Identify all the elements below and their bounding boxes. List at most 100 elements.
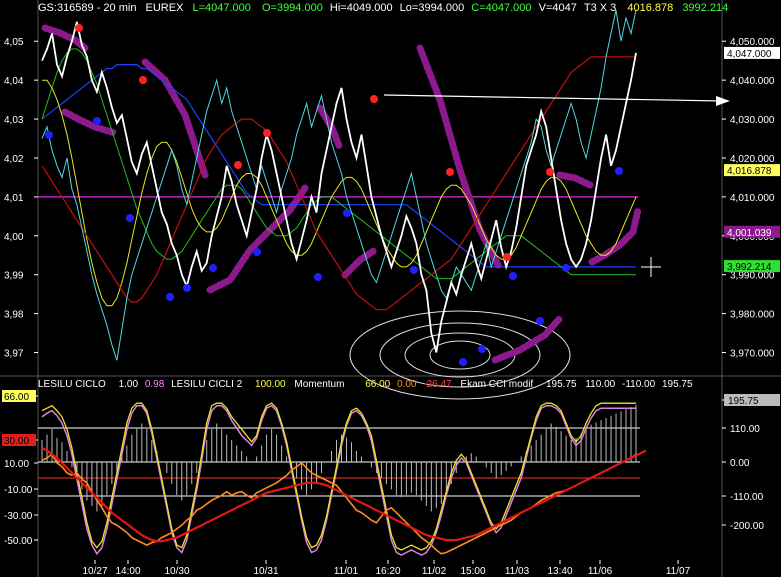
xtick-label: 11/03 [505, 566, 530, 577]
ind-ytick-label: -10.00 [4, 485, 33, 496]
blue-trough-dot [410, 266, 418, 274]
chart-window: { "header": { "symbol": "GS:316589 - 20 … [0, 0, 781, 577]
ind-ytick-label: 10.00 [4, 459, 29, 470]
indicator-header: LESILU CICLO 1.00 0.98 LESILU CICLI 2 10… [38, 379, 693, 390]
price-ytick-label: 4,01 [4, 193, 24, 204]
blue-trough-dot [45, 131, 53, 139]
lesilu-cicli2-val: 100.00 [255, 379, 286, 390]
ind-ytick-label: -30.00 [4, 511, 33, 522]
cci-val2: 110.00 [585, 379, 616, 390]
red-peak-dot [446, 168, 454, 176]
blue-trough-dot [166, 293, 174, 301]
xtick-label: 10/27 [82, 566, 107, 577]
ind-ytick-label: 66.00 [4, 392, 29, 403]
red-peak-dot [263, 129, 271, 137]
price-ytick-label: 4,05 [4, 37, 24, 48]
blue-trough-dot [183, 284, 191, 292]
price-header: GS:316589 - 20 min EUREX L=4047.000 O=39… [38, 2, 728, 14]
red-peak-dot [234, 161, 242, 169]
exchange-label: EUREX [145, 2, 184, 14]
price-ytick-label: 4,02 [4, 154, 24, 165]
high-value: Hi=4049.000 [329, 2, 393, 14]
price-ytick-label: 3,99 [4, 271, 24, 282]
red-peak-dot [75, 24, 83, 32]
price-ytick-label: 3,98 [4, 310, 24, 321]
price-value-box-label: 4,047.000 [727, 49, 772, 60]
price-rtick-label: 4,040.000 [730, 76, 775, 87]
cci-label: Ekam CCI modif [460, 379, 534, 390]
price-value-box-label: 3,992.214 [727, 262, 772, 273]
momentum-label: Momentum [294, 379, 345, 390]
price-ytick-label: 4,00 [4, 232, 24, 243]
arrow-head [716, 96, 730, 106]
price-pane [38, 9, 730, 400]
price-rtick-label: 4,020.000 [730, 154, 775, 165]
momentum-val2: 0.00 [397, 379, 417, 390]
blue-trough-dot [478, 345, 486, 353]
lesilu-cicli2-label: LESILU CICLI 2 [171, 379, 243, 390]
purple-cycle-arc [316, 104, 344, 152]
purple-cycle-arc [416, 44, 502, 269]
open-value: O=3994.000 [261, 2, 323, 14]
chart-svg: 4,05 4,04 4,03 4,02 4,01 4,00 3,99 3,98 3,97 4,05… [0, 0, 781, 577]
momentum-val1: 66.00 [365, 379, 391, 390]
red-peak-dot [503, 253, 511, 261]
price-ytick-label: 4,03 [4, 115, 24, 126]
xtick-label: 10/31 [253, 566, 278, 577]
red-peak-dot [139, 76, 147, 84]
price-rtick-label: 4,030.000 [730, 115, 775, 126]
last-value: L=4047.000 [192, 2, 251, 14]
price-value-box-label: 4,001.039 [727, 228, 772, 239]
orange-momentum-line [41, 453, 637, 555]
ind-ytick-label: 30.00 [4, 436, 29, 447]
price-line [41, 21, 637, 353]
ind-rtick-label: 195.75 [728, 396, 759, 407]
indicator-pane [38, 402, 647, 556]
volume-value: V=4047 [538, 2, 577, 14]
t3-value-2: 3992.214 [682, 2, 729, 14]
lesilu-ciclo-label: LESILU CICLO [38, 379, 106, 390]
t3-label: T3 X 3 [583, 2, 617, 14]
price-ytick-label: 3,97 [4, 349, 24, 360]
purple-cycle-arc [556, 171, 594, 189]
blue-trough-dot [93, 117, 101, 125]
xtick-label: 11/02 [422, 566, 447, 577]
cci-val4: 195.75 [661, 379, 693, 390]
t3-value-1: 4016.878 [627, 2, 674, 14]
xtick-label: 11/06 [588, 566, 613, 577]
price-value-box-label: 4,016.878 [727, 166, 772, 177]
red-peak-dot [546, 168, 554, 176]
purple-cycle-arc [61, 108, 119, 137]
yellow-cycle-line [42, 79, 637, 307]
xtick-label: 16:20 [375, 566, 400, 577]
blue-trough-dot [314, 273, 322, 281]
blue-trough-dot [126, 214, 134, 222]
lesilu-ciclo-val2: 0.98 [144, 379, 165, 390]
blue-trough-dot [253, 248, 261, 256]
blue-trough-dot [209, 264, 217, 272]
grid [0, 0, 781, 577]
price-rtick-label: 3,980.000 [730, 310, 775, 321]
ind-rtick-label: -200.00 [730, 521, 764, 532]
price-rtick-label: 4,010.000 [730, 193, 775, 204]
cci-val3: -110.00 [621, 379, 656, 390]
close-value: C=4047.000 [471, 2, 532, 14]
price-rtick-label: 3,970.000 [730, 349, 775, 360]
xtick-label: 10/30 [164, 566, 189, 577]
symbol-label: GS:316589 - 20 min [38, 2, 137, 14]
blue-trough-dot [562, 264, 570, 272]
blue-trough-dot [343, 209, 351, 217]
blue-trough-dot [536, 317, 544, 325]
red-peak-dot [370, 95, 378, 103]
momentum-val3: -26.47 [423, 379, 452, 390]
xtick-label: 11/07 [666, 566, 691, 577]
ind-rtick-label: -110.00 [730, 492, 764, 503]
cci-val1: 195.75 [545, 379, 577, 390]
price-rtick-label: 4,050.000 [730, 37, 775, 48]
ind-rtick-label: 110.00 [730, 424, 760, 435]
xtick-label: 11/01 [334, 566, 359, 577]
purple-cycle-arc [491, 314, 564, 364]
xtick-label: 13:40 [547, 566, 572, 577]
ind-ytick-label: -50.00 [4, 536, 33, 547]
price-ytick-label: 4,04 [4, 76, 24, 87]
